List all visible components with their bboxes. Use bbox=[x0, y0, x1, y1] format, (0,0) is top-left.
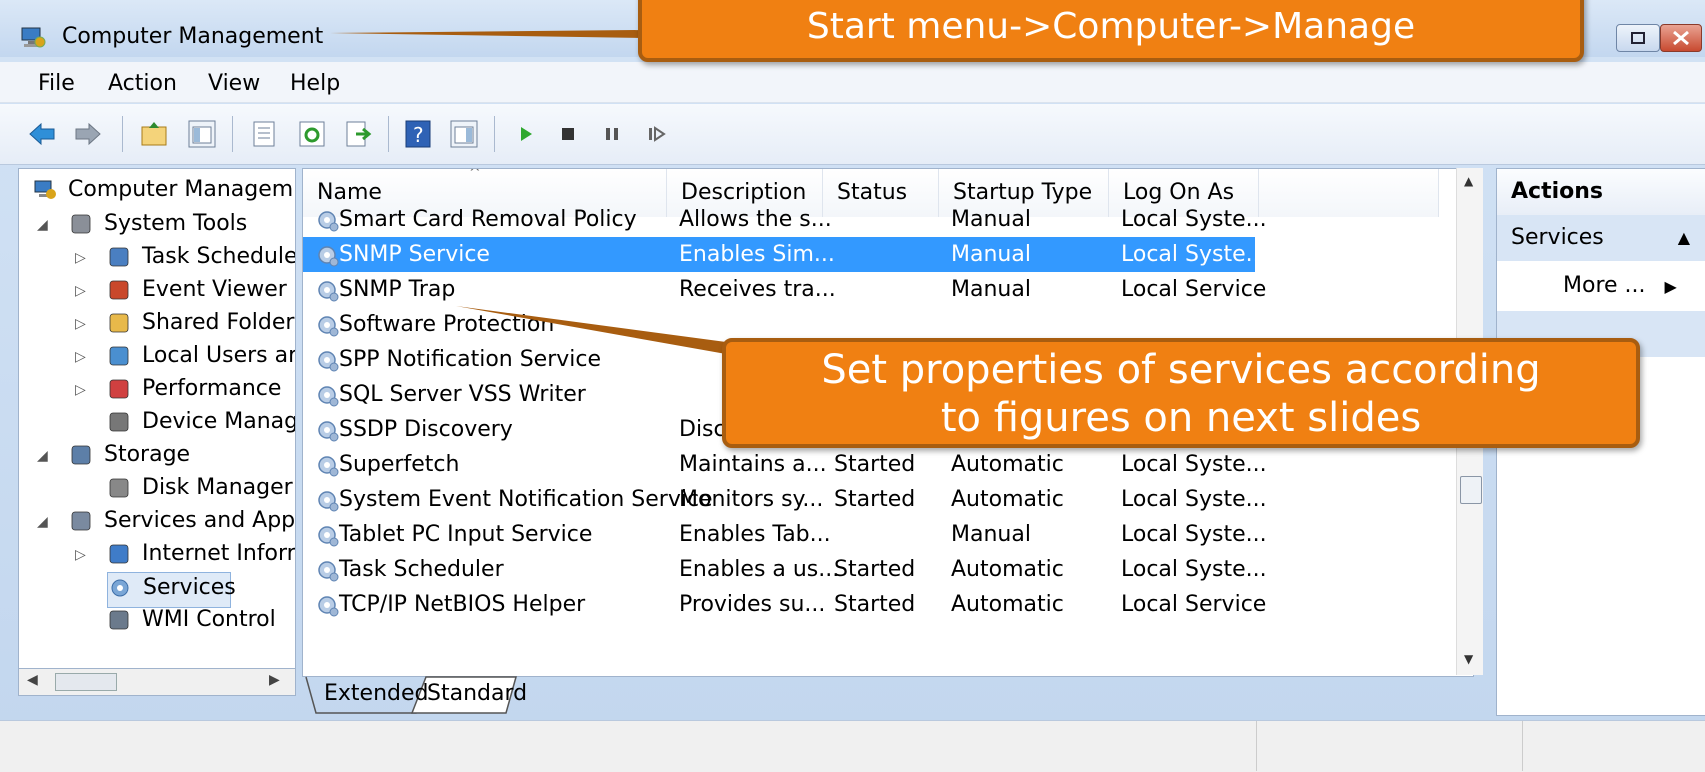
callout-set-properties-line1: Set properties of services according bbox=[821, 347, 1541, 393]
callout-top-pointer bbox=[330, 30, 642, 38]
callout-start-menu: Start menu->Computer->Manage bbox=[638, 0, 1584, 62]
callout-mid-pointer bbox=[456, 306, 726, 354]
callout-start-menu-text: Start menu->Computer->Manage bbox=[806, 6, 1416, 47]
callout-set-properties-line2: to figures on next slides bbox=[940, 395, 1422, 441]
callout-set-properties: Set properties of services according to … bbox=[722, 338, 1640, 448]
